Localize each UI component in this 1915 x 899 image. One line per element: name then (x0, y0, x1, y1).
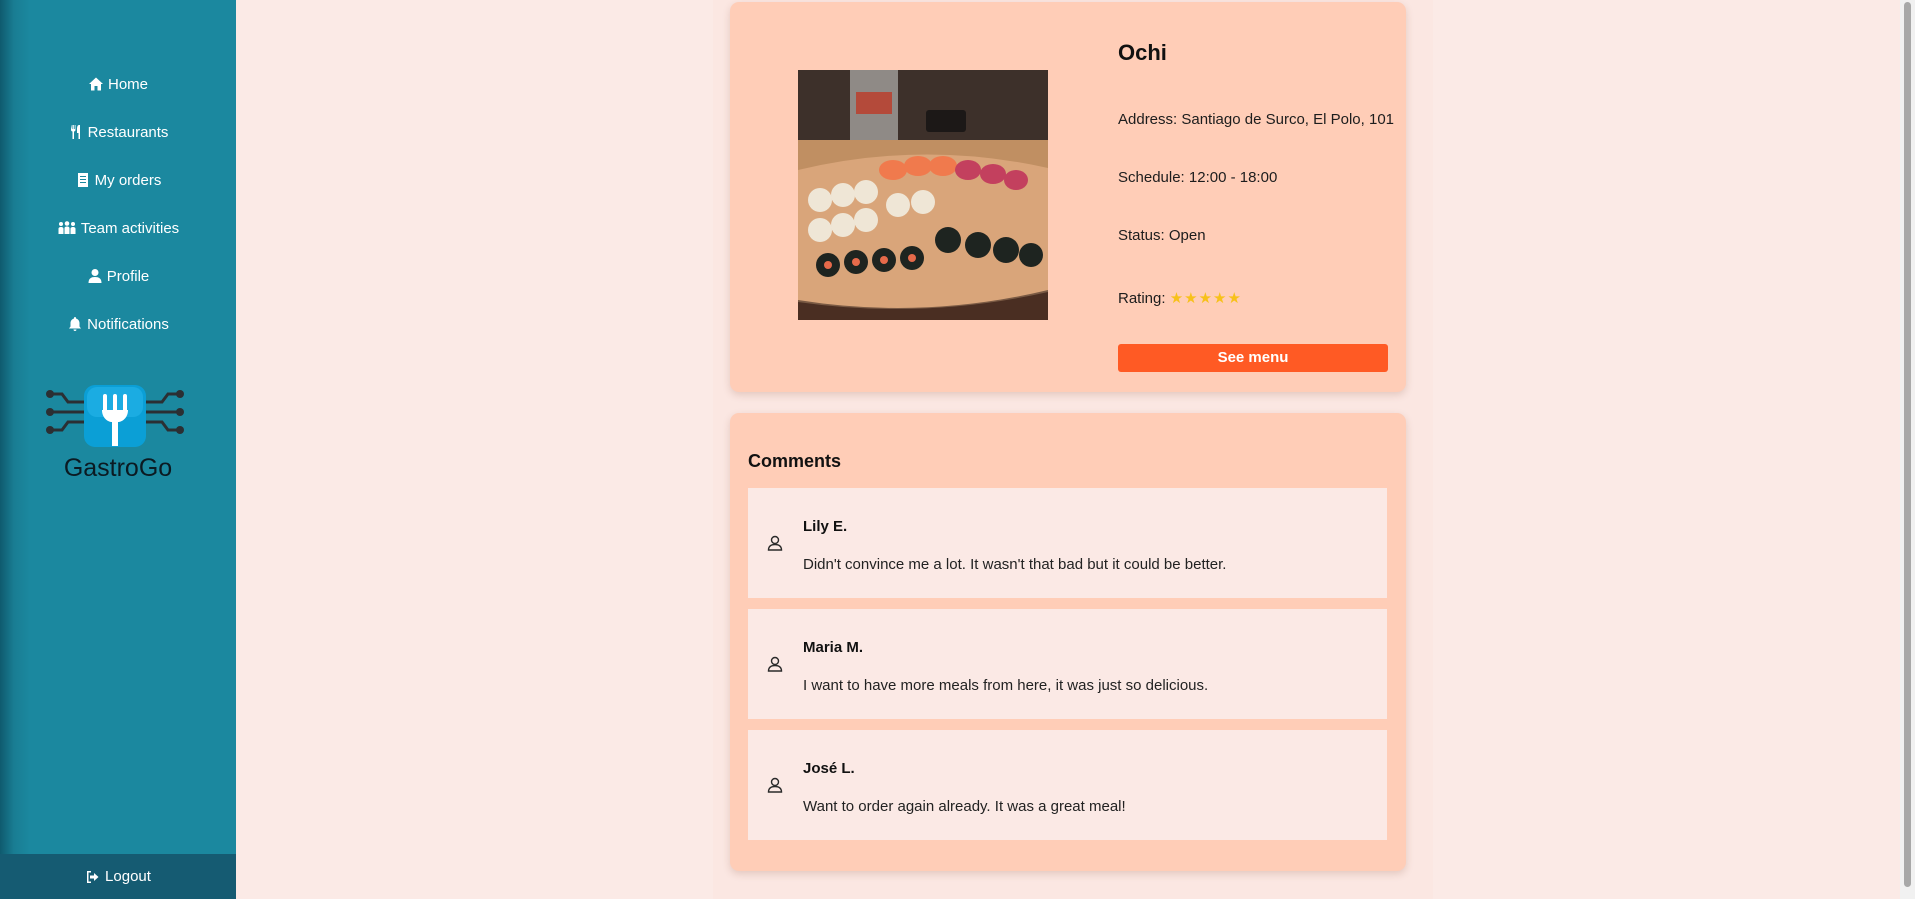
nav-item-home[interactable]: Home (0, 60, 236, 108)
nav-item-label: Notifications (87, 315, 169, 333)
comment-author: José L. (803, 760, 855, 777)
nav-item-label: My orders (94, 171, 162, 189)
scrollbar-thumb[interactable] (1904, 2, 1911, 887)
nav-item-my-orders[interactable]: My orders (0, 156, 236, 204)
brand-name: GastroGo (63, 454, 173, 482)
nav-item-label: Restaurants (87, 123, 169, 141)
user-outline-icon (767, 777, 783, 793)
people-group-icon (58, 221, 76, 234)
comments-card: Comments Lily E. Didn't convince me a lo… (730, 413, 1406, 871)
comments-title: Comments (748, 451, 842, 471)
utensils-icon (70, 125, 80, 139)
home-icon (88, 77, 103, 91)
user-icon (88, 269, 102, 283)
sign-out-icon (87, 870, 99, 883)
logout-button[interactable]: Logout (0, 854, 236, 899)
nav-item-restaurants[interactable]: Restaurants (0, 108, 236, 156)
restaurant-status: Status: Open (1118, 227, 1206, 244)
vertical-scrollbar[interactable] (1900, 0, 1915, 899)
sidebar: Home Restaurants My orders Team activiti… (0, 0, 236, 899)
nav-item-notifications[interactable]: Notifications (0, 300, 236, 348)
comment-text: Didn't convince me a lot. It wasn't that… (803, 556, 1227, 573)
comment-item: Maria M. I want to have more meals from … (748, 609, 1387, 719)
restaurant-photo (798, 70, 1048, 320)
receipt-icon (77, 173, 88, 187)
comment-item: Lily E. Didn't convince me a lot. It was… (748, 488, 1387, 598)
user-outline-icon (767, 656, 783, 672)
nav-item-label: Profile (106, 267, 150, 285)
comment-text: Want to order again already. It was a gr… (803, 798, 1126, 815)
rating-stars: ★★★★★ (1169, 290, 1242, 307)
restaurant-card: Ochi Address: Santiago de Surco, El Polo… (730, 2, 1406, 392)
sidebar-nav: Home Restaurants My orders Team activiti… (0, 60, 236, 348)
comment-item: José L. Want to order again already. It … (748, 730, 1387, 840)
nav-item-team-activities[interactable]: Team activities (0, 204, 236, 252)
comment-author: Lily E. (803, 518, 848, 535)
restaurant-rating: Rating: ★★★★★ (1118, 289, 1242, 307)
nav-item-label: Team activities (80, 219, 180, 237)
rating-label: Rating: (1118, 290, 1166, 307)
bell-icon (69, 317, 82, 331)
comment-author: Maria M. (803, 639, 864, 656)
restaurant-name: Ochi (1118, 40, 1167, 65)
nav-item-profile[interactable]: Profile (0, 252, 236, 300)
see-menu-button[interactable]: See menu (1118, 344, 1388, 372)
restaurant-address: Address: Santiago de Surco, El Polo, 101 (1118, 111, 1395, 128)
comment-text: I want to have more meals from here, it … (803, 677, 1209, 694)
user-outline-icon (767, 535, 783, 551)
logout-label: Logout (105, 868, 151, 885)
nav-item-label: Home (107, 75, 148, 93)
restaurant-schedule: Schedule: 12:00 - 18:00 (1118, 169, 1278, 186)
